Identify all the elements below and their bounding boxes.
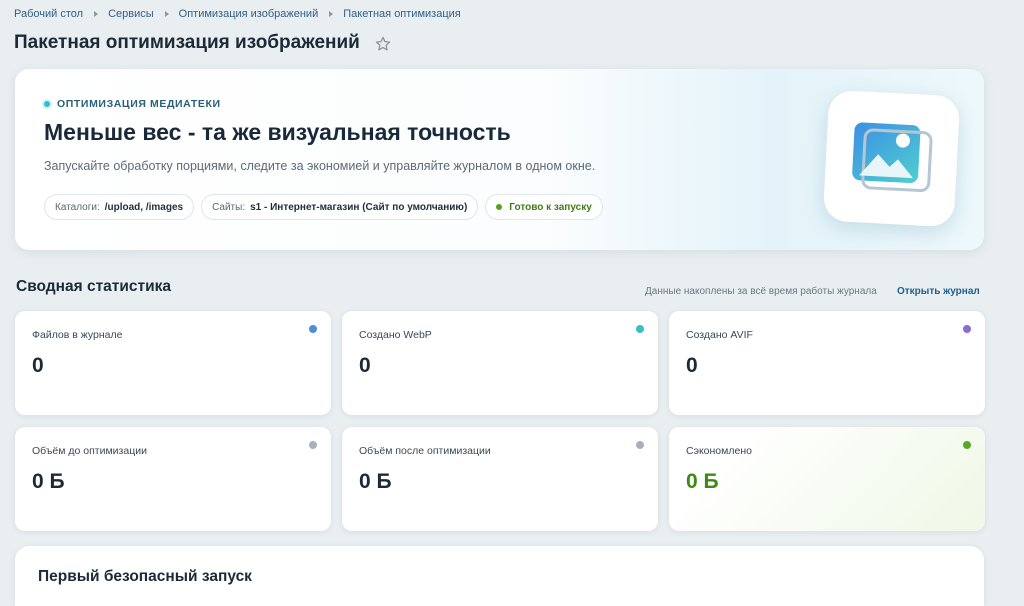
breadcrumb: Рабочий стол Сервисы Оптимизация изображ…: [14, 7, 461, 21]
stat-card-files: Файлов в журнале 0: [15, 311, 331, 415]
stat-value: 0: [32, 354, 44, 377]
open-log-link[interactable]: Открыть журнал: [897, 286, 980, 297]
stat-value: 0: [359, 354, 371, 377]
breadcrumb-desktop[interactable]: Рабочий стол: [14, 8, 83, 20]
hero-panel: ОПТИМИЗАЦИЯ МЕДИАТЕКИ Меньше вес - та же…: [15, 69, 984, 250]
chevron-right-icon: [94, 11, 99, 17]
summary-note: Данные накоплены за всё время работы жур…: [645, 286, 877, 297]
breadcrumb-batch-optimization[interactable]: Пакетная оптимизация: [343, 8, 460, 20]
sites-value: s1 - Интернет-магазин (Сайт по умолчанию…: [250, 201, 468, 213]
stat-label: Объём до оптимизации: [32, 445, 147, 457]
stat-value: 0: [686, 354, 698, 377]
status-badge: Готово к запуску: [485, 194, 603, 220]
stat-label: Создано WebP: [359, 329, 432, 341]
catalogs-chip: Каталоги: /upload, /images: [44, 194, 195, 220]
stat-label: Объём после оптимизации: [359, 445, 491, 457]
first-run-panel: Первый безопасный запуск: [15, 546, 984, 606]
breadcrumb-image-optimization[interactable]: Оптимизация изображений: [179, 8, 319, 20]
catalogs-value: /upload, /images: [104, 201, 184, 213]
chevron-right-icon: [329, 11, 334, 17]
star-icon[interactable]: [374, 35, 392, 53]
stat-card-size-before: Объём до оптимизации 0 Б: [15, 427, 331, 531]
image-icon: [852, 122, 933, 193]
catalogs-label: Каталоги:: [55, 201, 100, 213]
stat-value: 0 Б: [686, 470, 719, 493]
stat-card-webp: Создано WebP 0: [342, 311, 658, 415]
sites-label: Сайты:: [212, 201, 246, 213]
chevron-right-icon: [164, 11, 169, 17]
stat-value: 0 Б: [32, 470, 65, 493]
stat-dot: [309, 441, 317, 449]
summary-title: Сводная статистика: [16, 278, 172, 295]
stat-card-saved: Сэкономлено 0 Б: [669, 427, 985, 531]
stat-label: Файлов в журнале: [32, 329, 123, 341]
status-label: Готово к запуску: [509, 201, 592, 213]
first-run-title: Первый безопасный запуск: [38, 568, 252, 585]
stat-dot: [963, 325, 971, 333]
stat-card-avif: Создано AVIF 0: [669, 311, 985, 415]
stat-dot: [636, 441, 644, 449]
hero-title: Меньше вес - та же визуальная точность: [44, 119, 511, 145]
breadcrumb-services[interactable]: Сервисы: [108, 8, 154, 20]
page-title: Пакетная оптимизация изображений: [14, 32, 360, 53]
hero-badge-label: ОПТИМИЗАЦИЯ МЕДИАТЕКИ: [57, 98, 221, 110]
stat-label: Сэкономлено: [686, 445, 752, 457]
stat-dot: [963, 441, 971, 449]
badge-dot: [44, 101, 50, 107]
stat-label: Создано AVIF: [686, 329, 753, 341]
status-dot: [496, 204, 503, 210]
hero-illustration: [822, 89, 961, 228]
hero-chips: Каталоги: /upload, /images Сайты: s1 - И…: [44, 194, 603, 220]
stat-card-size-after: Объём после оптимизации 0 Б: [342, 427, 658, 531]
hero-badge: ОПТИМИЗАЦИЯ МЕДИАТЕКИ: [44, 98, 221, 110]
hero-subtitle: Запускайте обработку порциями, следите з…: [44, 159, 596, 173]
stat-dot: [309, 325, 317, 333]
sites-chip: Сайты: s1 - Интернет-магазин (Сайт по ум…: [201, 194, 479, 220]
stat-dot: [636, 325, 644, 333]
stat-value: 0 Б: [359, 470, 392, 493]
